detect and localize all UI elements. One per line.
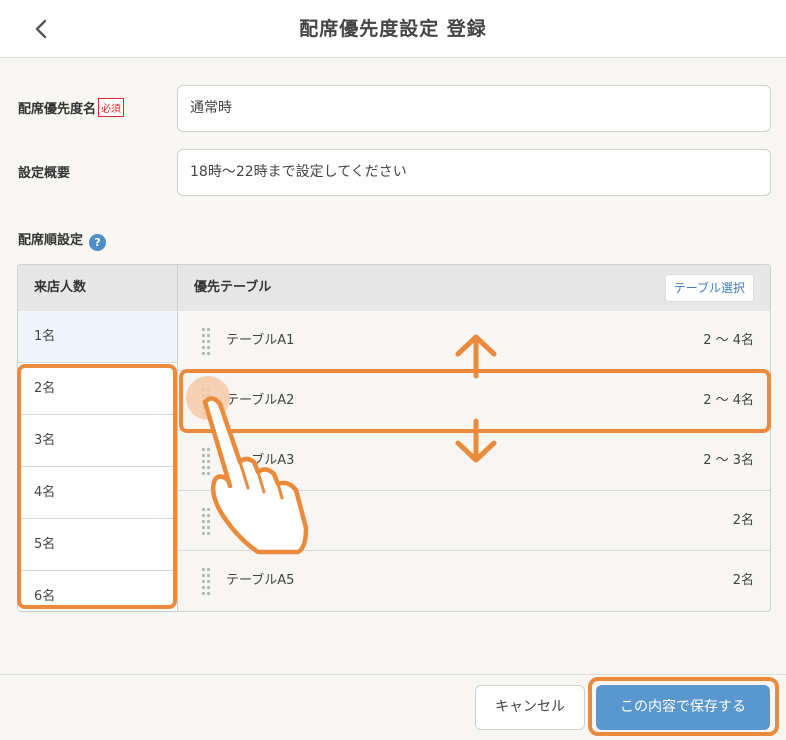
required-badge: 必須 bbox=[98, 98, 125, 117]
priority-tables-column: 優先テーブル テーブル選択 テーブルA1 2 〜 4名 テーブルA2 2 〜 4… bbox=[178, 265, 770, 611]
party-size-header: 来店人数 bbox=[18, 265, 177, 311]
table-row-a2[interactable]: テーブルA2 2 〜 4名 bbox=[178, 371, 770, 431]
party-size-row-4[interactable]: 4名 bbox=[18, 467, 177, 519]
table-capacity: 2名 bbox=[732, 513, 754, 528]
drag-handle-icon[interactable] bbox=[202, 568, 210, 595]
save-button[interactable]: この内容で保存する bbox=[596, 685, 770, 730]
order-label: 配席順設定? bbox=[18, 229, 107, 251]
priority-tables-header-text: 優先テーブル bbox=[194, 280, 272, 295]
table-row-a4[interactable]: テーブルA4 2名 bbox=[178, 491, 770, 551]
name-label-text: 配席優先度名 bbox=[18, 102, 97, 117]
select-table-button[interactable]: テーブル選択 bbox=[664, 274, 754, 302]
table-row-a5[interactable]: テーブルA5 2名 bbox=[178, 551, 770, 611]
party-size-column: 来店人数 1名 2名 3名 4名 5名 6名 bbox=[18, 265, 178, 611]
table-row-a3[interactable]: テーブルA3 2 〜 3名 bbox=[178, 431, 770, 491]
priority-table: 来店人数 1名 2名 3名 4名 5名 6名 優先テーブル テーブル選択 テーブ… bbox=[17, 264, 771, 612]
header-bar: 配席優先度設定 登録 bbox=[0, 0, 786, 58]
table-capacity: 2名 bbox=[732, 573, 754, 588]
priority-tables-header: 優先テーブル テーブル選択 bbox=[178, 265, 770, 311]
footer-bar: キャンセル この内容で保存する bbox=[0, 674, 786, 740]
table-name: テーブルA1 bbox=[226, 333, 295, 348]
drag-handle-icon[interactable] bbox=[202, 448, 210, 475]
table-capacity: 2 〜 4名 bbox=[703, 393, 754, 408]
party-size-row-6[interactable]: 6名 bbox=[18, 571, 177, 611]
table-name: テーブルA3 bbox=[226, 453, 295, 468]
name-label: 配席優先度名 必須 bbox=[18, 98, 125, 117]
order-label-text: 配席順設定 bbox=[18, 233, 84, 248]
name-input[interactable]: 通常時 bbox=[177, 85, 771, 132]
party-size-row-5[interactable]: 5名 bbox=[18, 519, 177, 571]
table-capacity: 2 〜 3名 bbox=[703, 453, 754, 468]
party-size-row-3[interactable]: 3名 bbox=[18, 415, 177, 467]
summary-input[interactable]: 18時〜22時まで設定してください bbox=[177, 149, 771, 196]
question-icon[interactable]: ? bbox=[89, 234, 107, 251]
drag-handle-icon[interactable] bbox=[202, 508, 210, 535]
cancel-button[interactable]: キャンセル bbox=[475, 685, 585, 730]
drag-handle-icon[interactable] bbox=[202, 388, 210, 415]
table-name: テーブルA4 bbox=[226, 513, 295, 528]
page-title: 配席優先度設定 登録 bbox=[299, 18, 487, 40]
table-row-a1[interactable]: テーブルA1 2 〜 4名 bbox=[178, 311, 770, 371]
summary-label: 設定概要 bbox=[18, 166, 71, 181]
table-name: テーブルA2 bbox=[226, 393, 295, 408]
table-capacity: 2 〜 4名 bbox=[703, 333, 754, 348]
table-name: テーブルA5 bbox=[226, 573, 295, 588]
drag-handle-icon[interactable] bbox=[202, 328, 210, 355]
party-size-row-1[interactable]: 1名 bbox=[18, 311, 177, 363]
party-size-row-2[interactable]: 2名 bbox=[18, 363, 177, 415]
